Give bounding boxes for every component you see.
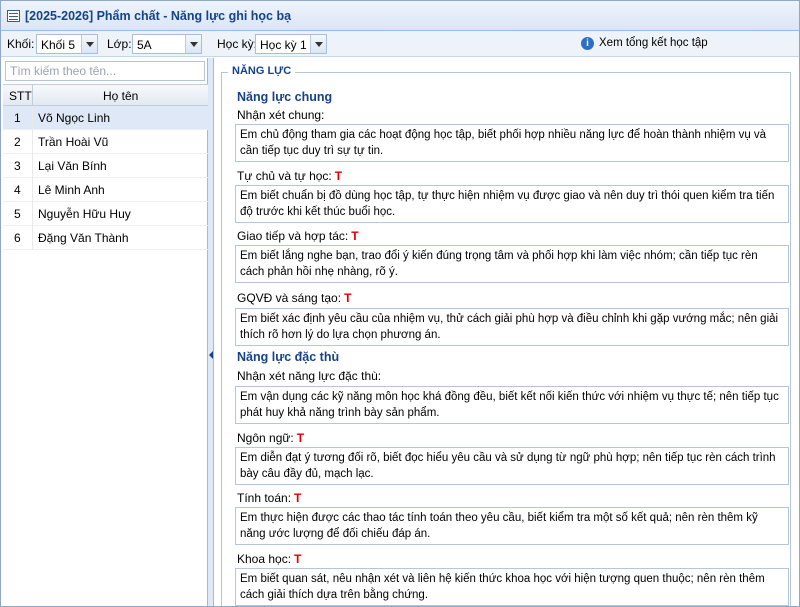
rating-mark: T	[351, 229, 359, 243]
label-text: GQVĐ và sáng tạo:	[237, 291, 342, 305]
filter-toolbar: Khối: Khối 5 Lớp: 5A Học kỳ: Học kỳ 1 i …	[1, 31, 799, 57]
chevron-down-icon[interactable]	[310, 35, 326, 53]
term-label: Học kỳ:	[217, 37, 258, 51]
row-stt: 3	[14, 159, 21, 173]
label-text: Ngôn ngữ:	[237, 431, 294, 445]
row-stt: 6	[14, 231, 21, 245]
student-list-panel: STT Họ tên 1 Võ Ngọc Linh 2 Trần Hoài Vũ…	[3, 58, 208, 606]
rating-mark: T	[296, 431, 305, 445]
class-select[interactable]: 5A	[132, 34, 202, 54]
view-summary-text[interactable]: Xem tổng kết học tập	[599, 37, 708, 49]
row-name: Lê Minh Anh	[38, 183, 105, 197]
grid-header: STT Họ tên	[3, 84, 208, 106]
math-textarea[interactable]: Em thực hiện được các thao tác tính toán…	[235, 507, 789, 545]
specific-section-title: Năng lực đặc thù	[237, 350, 340, 364]
column-divider	[32, 85, 33, 106]
class-label: Lớp:	[107, 37, 132, 51]
self-study-textarea[interactable]: Em biết chuẩn bị đồ dùng học tập, tự thự…	[235, 185, 789, 223]
collapse-arrow-icon[interactable]	[209, 351, 213, 359]
term-select[interactable]: Học kỳ 1	[255, 34, 327, 54]
column-divider	[32, 130, 33, 154]
table-row[interactable]: 5 Nguyễn Hữu Huy	[3, 202, 208, 226]
table-row[interactable]: 4 Lê Minh Anh	[3, 178, 208, 202]
general-comment-label: Nhận xét chung:	[237, 108, 324, 122]
general-section-title: Năng lực chung	[237, 90, 333, 104]
rating-mark: T	[294, 552, 302, 566]
column-divider	[32, 226, 33, 250]
specific-comment-label: Nhận xét năng lực đặc thù:	[237, 369, 381, 383]
row-name: Trần Hoài Vũ	[38, 135, 109, 149]
grade-select-value: Khối 5	[41, 38, 76, 52]
row-stt: 4	[14, 183, 21, 197]
fieldset-legend: NĂNG LỰC	[228, 65, 296, 77]
label-text: Nhận xét chung:	[237, 108, 325, 122]
problem-solving-label: GQVĐ và sáng tạo: T	[237, 291, 351, 305]
row-stt: 2	[14, 135, 21, 149]
window-title: [2025-2026] Phẩm chất - Năng lực ghi học…	[25, 9, 292, 23]
row-name: Võ Ngọc Linh	[38, 111, 111, 125]
label-text: Nhận xét năng lực đặc thù:	[237, 369, 382, 383]
language-label: Ngôn ngữ: T	[237, 431, 304, 445]
search-input[interactable]	[5, 61, 205, 81]
chevron-down-icon[interactable]	[185, 35, 201, 53]
row-name: Đặng Văn Thành	[38, 231, 129, 245]
self-study-label: Tự chủ và tự học: T	[237, 169, 342, 183]
row-name: Nguyễn Hữu Huy	[38, 207, 131, 221]
rating-mark: T	[294, 491, 302, 505]
specific-comment-textarea[interactable]: Em vận dụng các kỹ năng môn học khá đồng…	[235, 386, 789, 424]
title-bar: [2025-2026] Phẩm chất - Năng lực ghi học…	[1, 1, 799, 31]
communication-label: Giao tiếp và hợp tác: T	[237, 229, 359, 243]
class-select-value: 5A	[137, 38, 152, 52]
table-row[interactable]: 6 Đặng Văn Thành	[3, 226, 208, 250]
rating-mark: T	[344, 291, 352, 305]
competency-panel: NĂNG LỰC Năng lực chung Nhận xét chung: …	[215, 58, 799, 606]
label-text: Tính toán:	[237, 491, 292, 505]
math-label: Tính toán: T	[237, 491, 301, 505]
table-row[interactable]: 2 Trần Hoài Vũ	[3, 130, 208, 154]
grade-select[interactable]: Khối 5	[36, 34, 98, 54]
app-window: [2025-2026] Phẩm chất - Năng lực ghi học…	[0, 0, 800, 607]
column-header-name[interactable]: Họ tên	[103, 89, 138, 103]
row-stt: 5	[14, 207, 21, 221]
communication-textarea[interactable]: Em biết lắng nghe bạn, trao đổi ý kiến đ…	[235, 245, 789, 283]
column-divider	[32, 154, 33, 178]
rating-mark: T	[334, 169, 343, 183]
term-select-value: Học kỳ 1	[260, 38, 307, 52]
row-name: Lại Văn Bính	[38, 159, 107, 173]
science-label: Khoa học: T	[237, 552, 301, 566]
table-row[interactable]: 3 Lại Văn Bính	[3, 154, 208, 178]
column-divider	[32, 106, 33, 130]
column-divider	[32, 202, 33, 226]
column-divider	[32, 178, 33, 202]
problem-solving-textarea[interactable]: Em biết xác định yêu cầu của nhiệm vụ, t…	[235, 308, 789, 346]
window-list-icon	[7, 10, 20, 22]
panel-splitter[interactable]	[208, 58, 214, 606]
chevron-down-icon[interactable]	[81, 35, 97, 53]
language-textarea[interactable]: Em diễn đạt ý tương đối rõ, biết đọc hiể…	[235, 447, 789, 485]
label-text: Tự chủ và tự học:	[237, 169, 332, 183]
info-icon: i	[581, 37, 594, 50]
grade-label: Khối:	[7, 37, 35, 51]
label-text: Giao tiếp và hợp tác:	[237, 229, 349, 243]
science-textarea[interactable]: Em biết quan sát, nêu nhận xét và liên h…	[235, 568, 789, 606]
row-stt: 1	[14, 111, 21, 125]
label-text: Khoa học:	[237, 552, 292, 566]
general-comment-textarea[interactable]: Em chủ động tham gia các hoạt động học t…	[235, 124, 789, 162]
table-row[interactable]: 1 Võ Ngọc Linh	[3, 106, 208, 130]
column-header-stt[interactable]: STT	[9, 89, 32, 103]
